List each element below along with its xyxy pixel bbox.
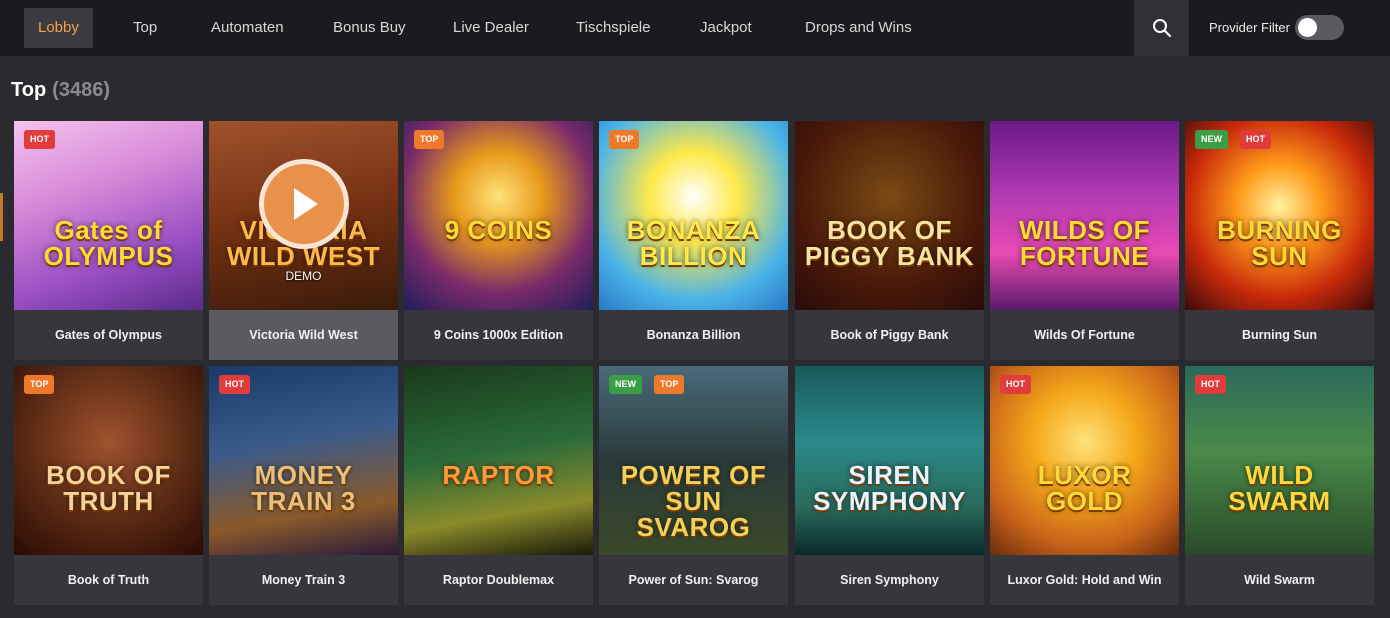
game-logo-art: RAPTOR bbox=[442, 460, 555, 490]
game-logo-art: Gates of OLYMPUS bbox=[43, 215, 174, 271]
game-logo-art: BONANZA BILLION bbox=[626, 215, 761, 271]
game-card[interactable]: POWER OF SUN SVAROG NEW TOP Power of Sun: S… bbox=[599, 366, 788, 605]
game-logo-art: BOOK OF PIGGY BANK bbox=[804, 215, 975, 271]
badge-group: HOT bbox=[24, 130, 55, 149]
game-thumbnail[interactable]: POWER OF SUN SVAROG NEW TOP bbox=[599, 366, 788, 555]
hot-badge: HOT bbox=[1240, 130, 1271, 149]
game-thumbnail[interactable]: VICTORIA WILD WESTDEMO bbox=[209, 121, 398, 310]
game-title: Raptor Doublemax bbox=[442, 573, 555, 587]
game-title: Wilds Of Fortune bbox=[1034, 328, 1135, 342]
nav-item-bonus-buy[interactable]: Bonus Buy bbox=[333, 0, 406, 56]
game-card[interactable]: SIREN SYMPHONY Siren Symphony bbox=[795, 366, 984, 605]
game-card[interactable]: MONEY TRAIN 3 HOT Money Train 3 bbox=[209, 366, 398, 605]
game-title: Bonanza Billion bbox=[646, 328, 741, 342]
game-card[interactable]: BOOK OF PIGGY BANK Book of Piggy Bank bbox=[795, 121, 984, 360]
game-card[interactable]: BONANZA BILLION TOP Bonanza Billion bbox=[599, 121, 788, 360]
demo-link[interactable]: DEMO bbox=[209, 269, 398, 283]
badge-group: TOP bbox=[414, 130, 445, 149]
search-icon bbox=[1152, 19, 1171, 38]
game-logo-art: WILDS OF FORTUNE bbox=[1018, 215, 1151, 271]
game-thumbnail[interactable]: BOOK OF TRUTH TOP bbox=[14, 366, 203, 555]
game-thumbnail[interactable]: RAPTOR bbox=[404, 366, 593, 555]
badge-group: TOP bbox=[24, 375, 55, 394]
game-thumbnail[interactable]: MONEY TRAIN 3 HOT bbox=[209, 366, 398, 555]
provider-filter-toggle[interactable] bbox=[1295, 15, 1344, 40]
nav-item-automaten[interactable]: Automaten bbox=[211, 0, 284, 56]
top-badge: TOP bbox=[414, 130, 445, 149]
game-title: Siren Symphony bbox=[840, 573, 939, 587]
top-badge: TOP bbox=[609, 130, 640, 149]
game-logo-art: POWER OF SUN SVAROG bbox=[620, 460, 767, 542]
nav-item-jackpot[interactable]: Jackpot bbox=[700, 0, 752, 56]
game-card[interactable]: BURNING SUN NEW HOT Burning Sun bbox=[1185, 121, 1374, 360]
badge-group: HOT bbox=[1195, 375, 1226, 394]
top-badge: TOP bbox=[654, 375, 685, 394]
badge-group: NEW HOT bbox=[1195, 130, 1271, 149]
game-title: Luxor Gold: Hold and Win bbox=[1007, 573, 1162, 587]
section-title-text: Top bbox=[11, 79, 47, 101]
game-card[interactable]: Gates of OLYMPUS HOT Gates of Olympus bbox=[14, 121, 203, 360]
game-card[interactable]: WILD SWARM HOT Wild Swarm bbox=[1185, 366, 1374, 605]
game-card[interactable]: VICTORIA WILD WESTDEMO Victoria Wild West bbox=[209, 121, 398, 360]
game-card[interactable]: LUXOR GOLD HOT Luxor Gold: Hold and Win bbox=[990, 366, 1179, 605]
search-button[interactable] bbox=[1134, 0, 1189, 56]
game-title: Book of Truth bbox=[67, 573, 150, 587]
game-title: Gates of Olympus bbox=[55, 328, 162, 342]
section-count: (3486) bbox=[52, 79, 110, 101]
game-logo-art: LUXOR GOLD bbox=[1037, 460, 1132, 516]
hot-badge: HOT bbox=[24, 130, 55, 149]
game-card[interactable]: 9 COINS TOP 9 Coins 1000x Edition bbox=[404, 121, 593, 360]
nav-item-tischspiele[interactable]: Tischspiele bbox=[576, 0, 650, 56]
nav-item-top[interactable]: Top bbox=[133, 0, 157, 56]
game-title: Victoria Wild West bbox=[249, 328, 358, 342]
new-badge: NEW bbox=[609, 375, 642, 394]
game-card[interactable]: RAPTOR Raptor Doublemax bbox=[404, 366, 593, 605]
game-logo-art: 9 COINS bbox=[444, 215, 553, 245]
game-thumbnail[interactable]: BOOK OF PIGGY BANK bbox=[795, 121, 984, 310]
game-title: Wild Swarm bbox=[1244, 573, 1315, 587]
game-thumbnail[interactable]: SIREN SYMPHONY bbox=[795, 366, 984, 555]
game-thumbnail[interactable]: WILDS OF FORTUNE bbox=[990, 121, 1179, 310]
badge-group: HOT bbox=[1000, 375, 1031, 394]
new-badge: NEW bbox=[1195, 130, 1228, 149]
nav-item-lobby[interactable]: Lobby bbox=[24, 8, 93, 48]
badge-group: HOT bbox=[219, 375, 250, 394]
game-logo-art: MONEY TRAIN 3 bbox=[251, 460, 356, 516]
badge-group: NEW TOP bbox=[609, 375, 685, 394]
hot-badge: HOT bbox=[219, 375, 250, 394]
play-icon bbox=[294, 188, 318, 220]
nav-item-live-dealer[interactable]: Live Dealer bbox=[453, 0, 529, 56]
top-badge: TOP bbox=[24, 375, 55, 394]
side-tab-handle[interactable] bbox=[0, 193, 3, 241]
hot-badge: HOT bbox=[1000, 375, 1031, 394]
game-card[interactable]: BOOK OF TRUTH TOP Book of Truth bbox=[14, 366, 203, 605]
game-logo-art: BURNING SUN bbox=[1217, 215, 1342, 271]
hot-badge: HOT bbox=[1195, 375, 1226, 394]
game-thumbnail[interactable]: Gates of OLYMPUS HOT bbox=[14, 121, 203, 310]
game-card[interactable]: WILDS OF FORTUNE Wilds Of Fortune bbox=[990, 121, 1179, 360]
game-title: Book of Piggy Bank bbox=[830, 328, 949, 342]
game-thumbnail[interactable]: LUXOR GOLD HOT bbox=[990, 366, 1179, 555]
badge-group: TOP bbox=[609, 130, 640, 149]
game-title: Burning Sun bbox=[1242, 328, 1317, 342]
top-nav: Lobby Top Automaten Bonus Buy Live Deale… bbox=[0, 0, 1390, 56]
toggle-knob bbox=[1298, 18, 1317, 37]
game-thumbnail[interactable]: WILD SWARM HOT bbox=[1185, 366, 1374, 555]
section-title: Top (3486) bbox=[11, 79, 110, 102]
game-thumbnail[interactable]: BONANZA BILLION TOP bbox=[599, 121, 788, 310]
game-logo-art: BOOK OF TRUTH bbox=[46, 460, 171, 516]
game-logo-art: SIREN SYMPHONY bbox=[813, 460, 966, 516]
game-title: Money Train 3 bbox=[261, 573, 346, 587]
game-thumbnail[interactable]: 9 COINS TOP bbox=[404, 121, 593, 310]
game-title: Power of Sun: Svarog bbox=[628, 573, 759, 587]
play-button[interactable] bbox=[259, 159, 349, 249]
game-logo-art: WILD SWARM bbox=[1228, 460, 1331, 516]
nav-item-drops-and-wins[interactable]: Drops and Wins bbox=[805, 0, 912, 56]
game-thumbnail[interactable]: BURNING SUN NEW HOT bbox=[1185, 121, 1374, 310]
game-title: 9 Coins 1000x Edition bbox=[433, 328, 564, 342]
provider-filter-label: Provider Filter bbox=[1209, 20, 1290, 35]
